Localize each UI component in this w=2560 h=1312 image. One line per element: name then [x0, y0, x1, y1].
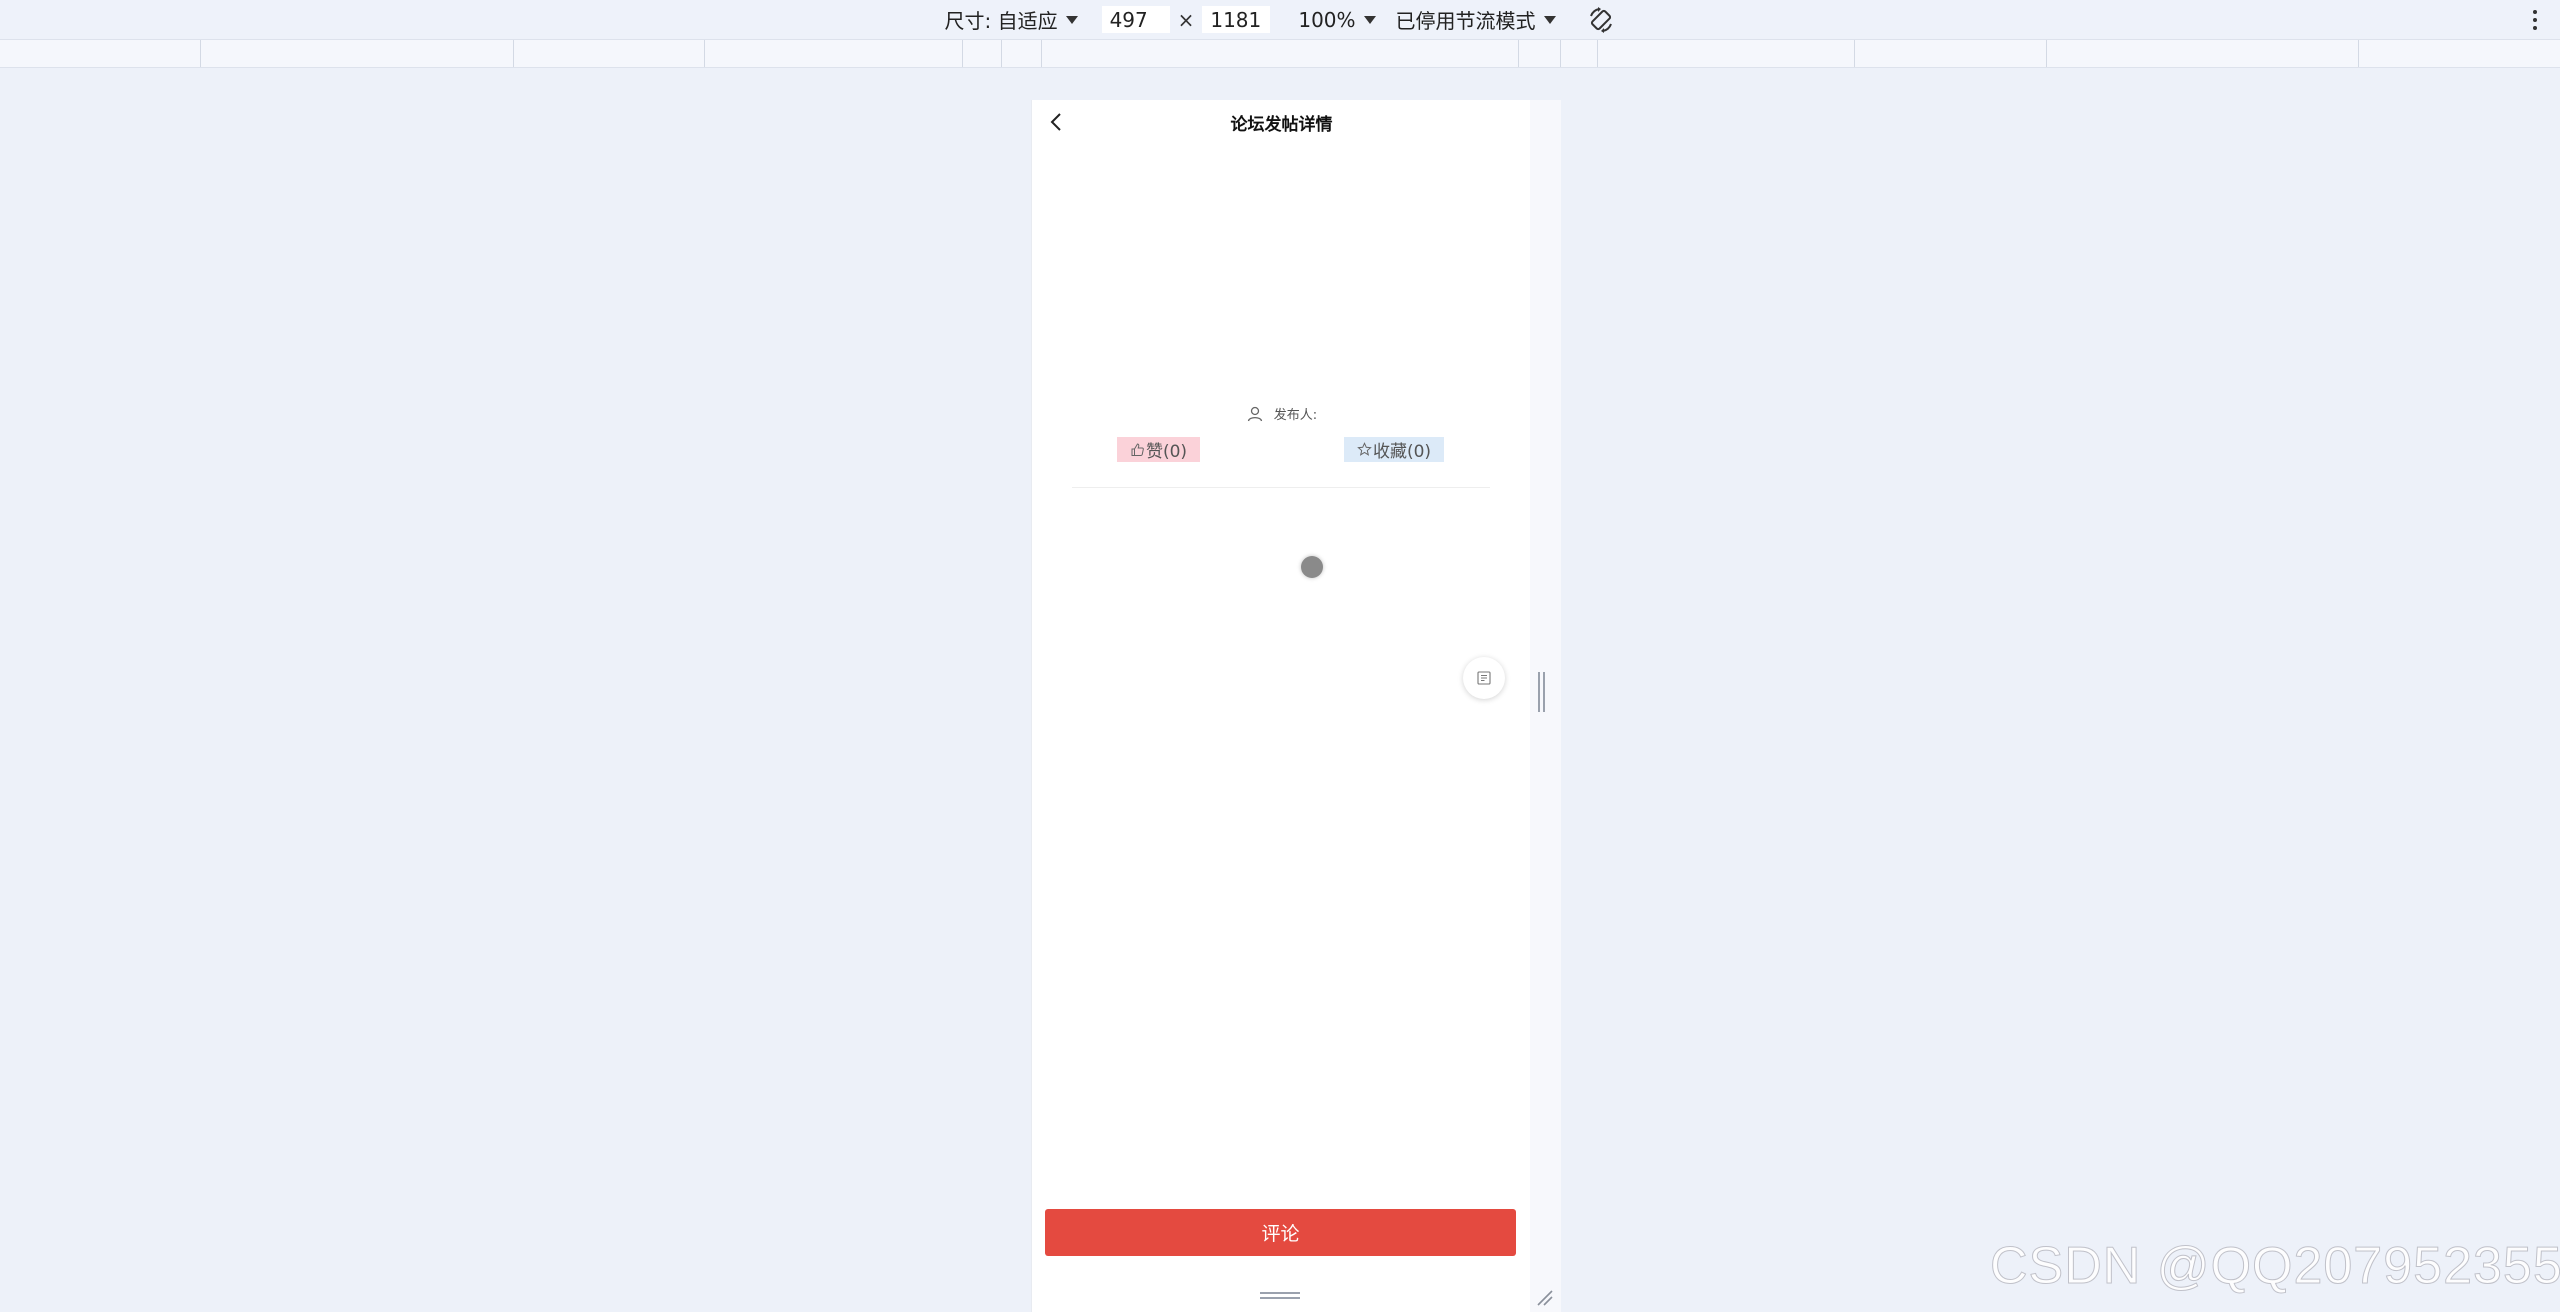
resize-corner-icon[interactable] — [1534, 1287, 1554, 1307]
author-row: 发布人: — [1032, 404, 1530, 423]
thumbs-up-icon — [1131, 443, 1144, 456]
more-vertical-icon[interactable] — [2522, 5, 2548, 35]
chevron-down-icon — [1065, 15, 1078, 24]
ruler-segment[interactable] — [1041, 40, 1042, 67]
throttle-dropdown[interactable]: 已停用节流模式 — [1396, 5, 1556, 34]
width-input[interactable] — [1101, 6, 1170, 33]
ruler-segment[interactable] — [1597, 40, 1598, 67]
chevron-down-icon — [1363, 15, 1376, 24]
chevron-down-icon — [1543, 15, 1556, 24]
floating-action-button[interactable] — [1463, 657, 1505, 699]
star-icon — [1357, 442, 1372, 456]
chevron-left-icon[interactable] — [1046, 111, 1068, 133]
resize-handle-bottom[interactable] — [1260, 1292, 1300, 1302]
ruler-segment[interactable] — [1001, 40, 1002, 67]
watermark: CSDN @QQ2079523559 — [1990, 1237, 2560, 1296]
device-frame: 论坛发帖详情 发布人: 赞(0) 收藏(0) 评论 — [1031, 100, 1561, 1312]
favorite-label: 收藏(0) — [1372, 442, 1432, 462]
ruler-segment[interactable] — [513, 40, 514, 67]
throttle-label: 已停用节流模式 — [1395, 9, 1536, 33]
device-toolbar: 尺寸: 自适应 × 100% 已停用节流模式 — [0, 0, 2560, 39]
favorite-button[interactable]: 收藏(0) — [1344, 437, 1444, 462]
comment-button[interactable]: 评论 — [1045, 1209, 1516, 1256]
user-icon — [1247, 406, 1262, 421]
ruler-segment[interactable] — [2358, 40, 2359, 67]
comment-label: 评论 — [1261, 1223, 1300, 1245]
height-input[interactable] — [1202, 6, 1271, 33]
device-size-dropdown[interactable]: 尺寸: 自适应 — [944, 5, 1078, 34]
rotate-device-icon — [1589, 6, 1612, 33]
author-label: 发布人: — [1273, 408, 1318, 423]
ruler-segment[interactable] — [1560, 40, 1561, 67]
nav-bar: 论坛发帖详情 — [1032, 100, 1530, 144]
like-button[interactable]: 赞(0) — [1117, 437, 1200, 462]
mobile-viewport: 论坛发帖详情 发布人: 赞(0) 收藏(0) 评论 — [1031, 100, 1530, 1312]
ruler-segment[interactable] — [1854, 40, 1855, 67]
divider — [1072, 487, 1490, 488]
times-symbol: × — [1177, 7, 1195, 32]
page-title: 论坛发帖详情 — [1230, 114, 1333, 135]
device-size-label: 尺寸: 自适应 — [944, 9, 1058, 33]
ruler-segment[interactable] — [704, 40, 705, 67]
rotate-button[interactable] — [1586, 5, 1616, 35]
resize-handle-right[interactable] — [1538, 672, 1548, 712]
like-label: 赞(0) — [1145, 442, 1188, 462]
media-query-ruler — [0, 39, 2560, 68]
ruler-segment[interactable] — [1518, 40, 1519, 67]
zoom-label: 100% — [1298, 7, 1356, 32]
loading-indicator — [1301, 556, 1323, 578]
ruler-segment[interactable] — [200, 40, 201, 67]
ruler-segment[interactable] — [962, 40, 963, 67]
note-icon — [1477, 671, 1491, 685]
zoom-dropdown[interactable]: 100% — [1298, 7, 1376, 32]
ruler-segment[interactable] — [2046, 40, 2047, 67]
